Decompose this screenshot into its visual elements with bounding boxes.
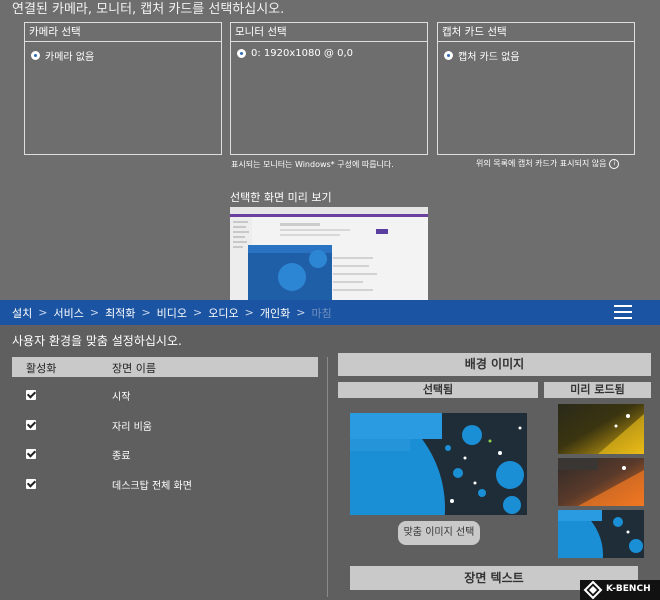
breadcrumb-personalize[interactable]: 개인화 [260, 305, 290, 321]
kbench-logo: K-BENCH [580, 580, 660, 600]
breadcrumb-install[interactable]: 설치 [12, 305, 32, 321]
active-column-header: 활성화 [26, 362, 57, 375]
monitor-option-label: 0: 1920x1080 @ 0,0 [251, 48, 353, 59]
kbench-logo-icon [583, 580, 603, 600]
camera-select-box[interactable]: 카메라 선택 카메라 없음 [24, 22, 222, 155]
panel-divider [327, 357, 328, 597]
scene-name: 자리 비움 [112, 422, 152, 433]
breadcrumb-service[interactable]: 서비스 [53, 305, 83, 321]
breadcrumb-separator: > [141, 306, 151, 319]
scene-name: 종료 [112, 451, 131, 462]
capture-card-select-box[interactable]: 캡처 카드 선택 캡처 카드 없음 [437, 22, 635, 155]
radio-selected-icon[interactable] [31, 51, 40, 60]
kbench-logo-text: K-BENCH [606, 584, 651, 594]
preloaded-label: 미리 로드됨 [544, 382, 651, 398]
choose-custom-image-button[interactable]: 맞춤 이미지 선택 [398, 521, 480, 545]
scene-name: 시작 [112, 392, 131, 403]
checkbox-checked-icon[interactable] [26, 479, 36, 489]
capture-card-select-title: 캡처 카드 선택 [438, 23, 634, 42]
device-selection-heading: 연결된 카메라, 모니터, 캡처 카드를 선택하십시오. [12, 2, 285, 17]
camera-option-label: 카메라 없음 [45, 52, 95, 63]
selected-background-image[interactable] [350, 413, 527, 515]
preloaded-background-yellow[interactable] [558, 404, 644, 454]
scene-row[interactable]: 데스크탑 전체 화면 [26, 477, 316, 493]
radio-selected-icon[interactable] [237, 49, 246, 58]
breadcrumb-finish: 마침 [311, 306, 332, 320]
scene-name-column-header: 장면 이름 [112, 362, 156, 375]
checkbox-checked-icon[interactable] [26, 390, 36, 400]
scene-row[interactable]: 종료 [26, 447, 316, 463]
scene-table-header: 활성화 장면 이름 [12, 357, 318, 377]
preloaded-background-orange[interactable] [558, 458, 644, 506]
breadcrumb-separator: > [296, 306, 306, 319]
hamburger-menu-icon[interactable] [614, 305, 632, 319]
background-image-title: 배경 이미지 [338, 353, 651, 376]
preview-label: 선택한 화면 미리 보기 [230, 191, 332, 204]
checkbox-checked-icon[interactable] [26, 449, 36, 459]
breadcrumb-audio[interactable]: 오디오 [208, 305, 238, 321]
monitor-select-title: 모니터 선택 [231, 23, 427, 42]
setup-breadcrumb-nav: 설치 > 서비스 > 최적화 > 비디오 > 오디오 > 개인화 > 마침 [0, 300, 660, 325]
selected-label: 선택됨 [338, 382, 538, 398]
camera-option-none[interactable]: 카메라 없음 [31, 48, 221, 63]
capture-card-note[interactable]: 위의 목록에 캡처 카드가 표시되지 않음 i [476, 158, 620, 169]
radio-selected-icon[interactable] [444, 51, 453, 60]
checkbox-checked-icon[interactable] [26, 420, 36, 430]
preloaded-background-blue[interactable] [558, 510, 644, 558]
desktop-preview-image [230, 207, 428, 300]
personalize-heading: 사용자 환경을 맞춤 설정하십시오. [12, 334, 182, 348]
monitor-note: 표시되는 모니터는 Windows* 구성에 따릅니다. [231, 160, 394, 169]
scene-row[interactable]: 시작 [26, 388, 316, 404]
capture-card-option-label: 캡처 카드 없음 [458, 52, 520, 63]
scene-row[interactable]: 자리 비움 [26, 418, 316, 434]
info-icon[interactable]: i [609, 158, 620, 169]
scene-name: 데스크탑 전체 화면 [112, 481, 192, 492]
breadcrumb-separator: > [193, 306, 203, 319]
selected-screen-preview [230, 207, 428, 300]
breadcrumb-separator: > [38, 306, 48, 319]
breadcrumb-separator: > [244, 306, 254, 319]
monitor-option-0[interactable]: 0: 1920x1080 @ 0,0 [237, 48, 427, 59]
camera-select-title: 카메라 선택 [25, 23, 221, 42]
breadcrumb-separator: > [89, 306, 100, 319]
breadcrumb-video[interactable]: 비디오 [157, 305, 187, 321]
capture-card-note-text: 위의 목록에 캡처 카드가 표시되지 않음 [476, 159, 607, 168]
device-selection-panel: 연결된 카메라, 모니터, 캡처 카드를 선택하십시오. 카메라 선택 카메라 … [0, 0, 660, 300]
capture-card-option-none[interactable]: 캡처 카드 없음 [444, 48, 634, 63]
monitor-select-box[interactable]: 모니터 선택 0: 1920x1080 @ 0,0 [230, 22, 428, 155]
breadcrumb-optimize[interactable]: 최적화 [105, 305, 135, 321]
